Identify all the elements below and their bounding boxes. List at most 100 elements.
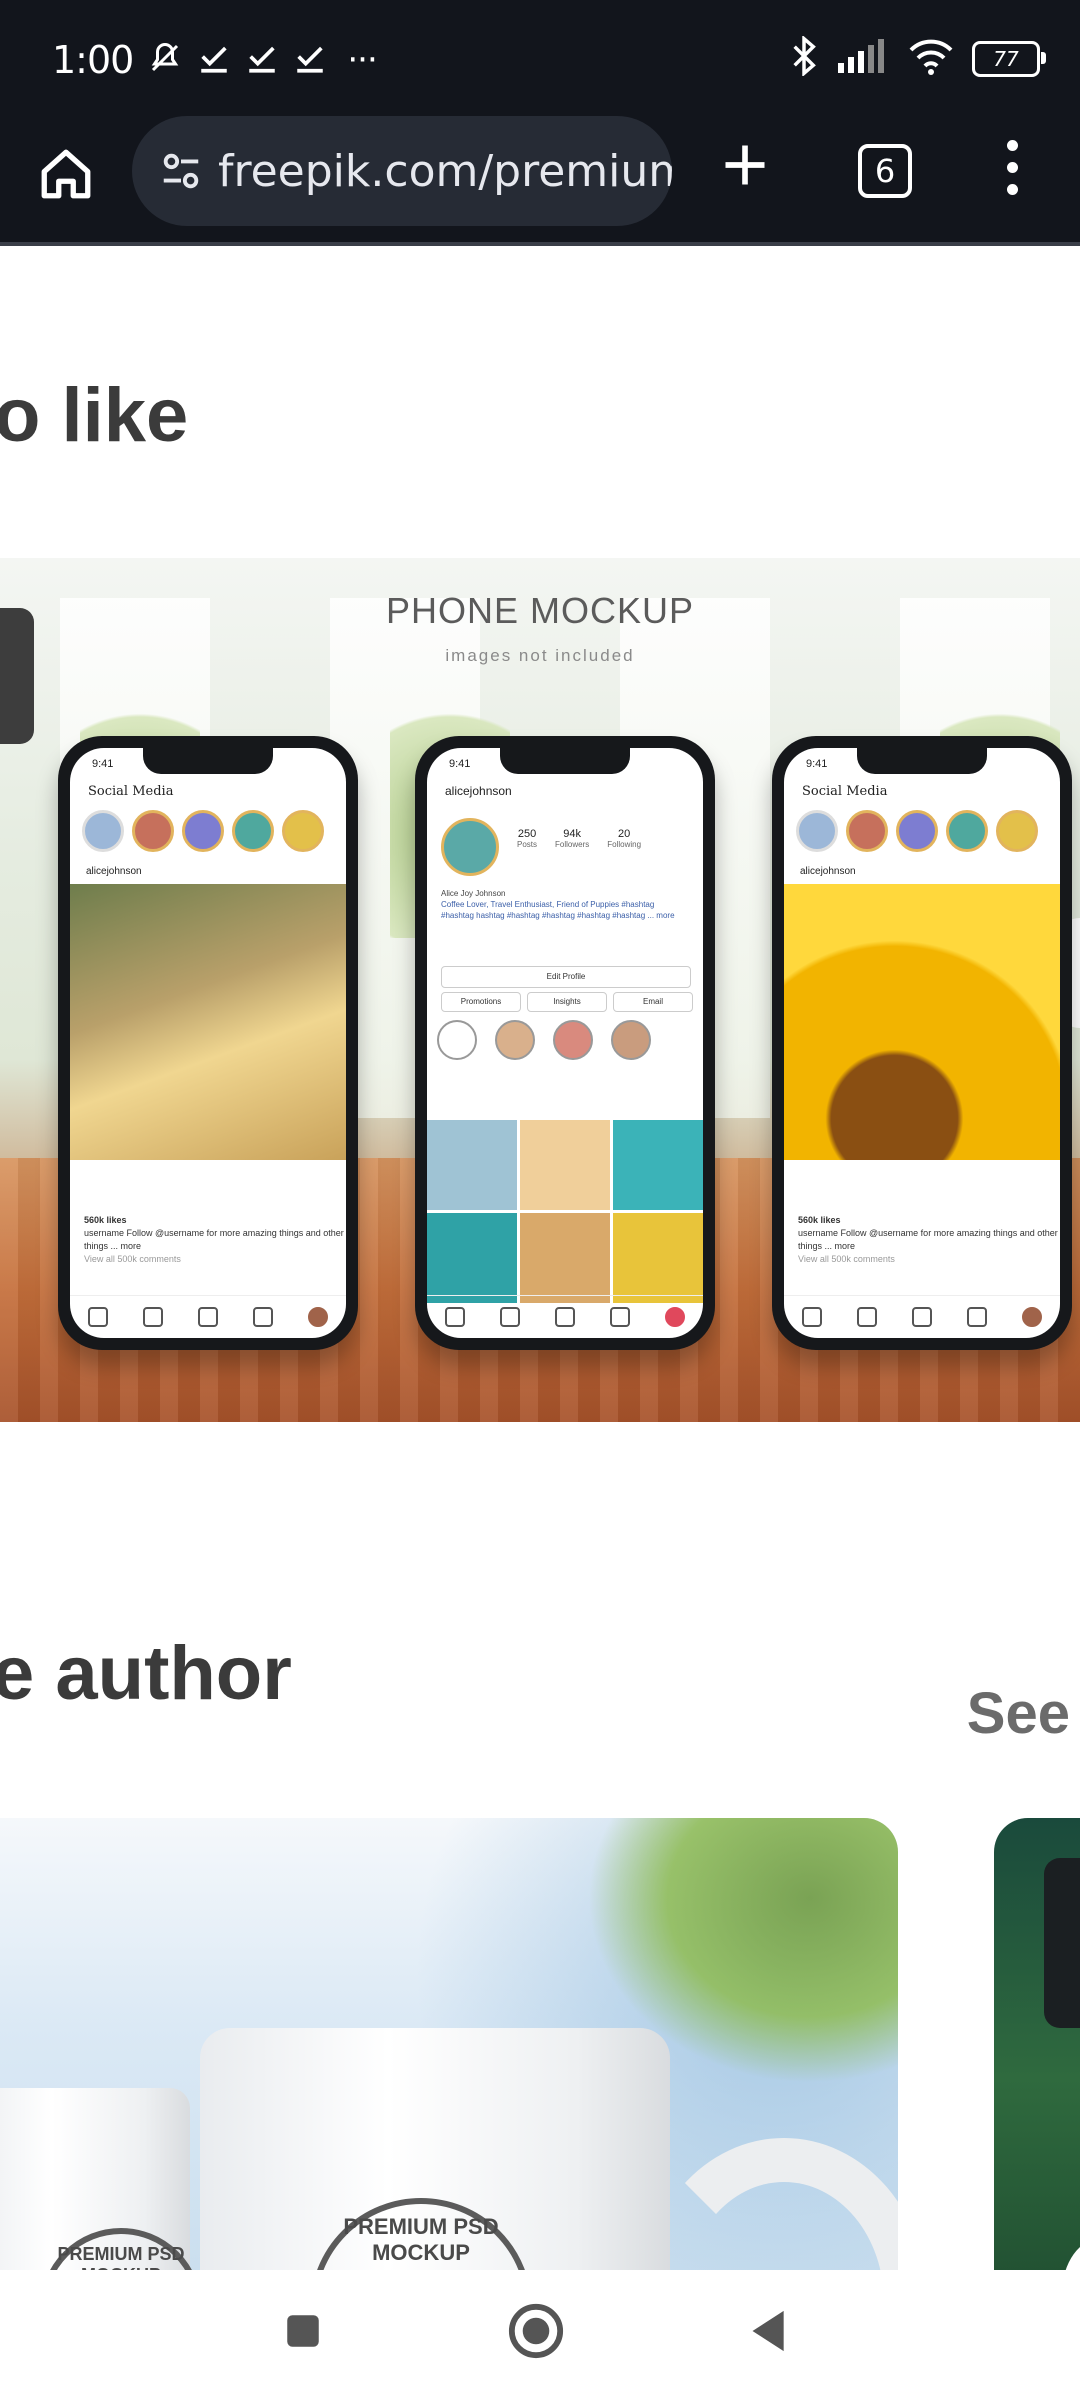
story-avatar	[846, 810, 888, 852]
post-user: alicejohnson	[86, 866, 142, 877]
back-triangle-icon	[747, 2307, 791, 2360]
status-left: 1:00 ···	[52, 38, 378, 82]
post-caption: username Follow @username for more amazi…	[798, 1228, 1058, 1251]
site-settings-icon[interactable]	[158, 145, 204, 197]
post-photo-sunflower	[784, 884, 1060, 1160]
phone-screen: 9:41 Social Media alicejohnson 560k like…	[70, 748, 346, 1338]
new-tab-button[interactable]	[710, 132, 780, 202]
system-nav-bar	[0, 2270, 1080, 2400]
recents-button[interactable]	[270, 2300, 336, 2366]
following-label: Following	[607, 840, 642, 849]
following-count: 20	[618, 828, 631, 840]
profile-action-buttons: Promotions Insights Email	[441, 992, 693, 1012]
post-user: alicejohnson	[800, 866, 856, 877]
bluetooth-icon	[788, 34, 820, 81]
story-avatar	[796, 810, 838, 852]
author-resource-card-next[interactable]	[994, 1818, 1080, 2338]
profile-bio: Coffee Lover, Travel Enthusiast, Friend …	[441, 900, 675, 920]
post-comments: View all 500k comments	[84, 1254, 181, 1264]
post-meta: 560k likes username Follow @username for…	[798, 1214, 1060, 1266]
posts-label: Posts	[517, 840, 538, 849]
phone-mockup-left: 9:41 Social Media alicejohnson 560k like…	[58, 736, 358, 1350]
status-time: 1:00	[52, 38, 134, 82]
profile-name: Alice Joy Johnson	[441, 889, 506, 898]
new-tab-plus-icon	[719, 139, 771, 196]
phone-nav	[70, 1295, 346, 1338]
mockup-subtitle: images not included	[445, 646, 635, 665]
home-button[interactable]	[30, 140, 102, 212]
wifi-icon	[908, 37, 954, 80]
mug-logo-text: PREMIUM PSD MOCKUP	[343, 2214, 499, 2265]
story-highlights	[437, 1020, 651, 1060]
story-avatar	[232, 810, 274, 852]
highlight	[495, 1020, 535, 1060]
followers-count: 94k	[563, 828, 581, 840]
carousel-prev-handle[interactable]	[0, 608, 34, 744]
profile-username: alicejohnson	[445, 784, 512, 798]
profile-avatar	[441, 818, 499, 876]
phone-nav	[784, 1295, 1060, 1338]
edit-profile-button: Edit Profile	[441, 966, 691, 988]
battery-level: 77	[993, 46, 1019, 71]
stories-row	[82, 810, 324, 852]
card-dark-shape	[1044, 1858, 1080, 2028]
signal-icon	[838, 39, 890, 78]
post-caption: username Follow @username for more amazi…	[84, 1228, 344, 1251]
author-resource-card-mugs[interactable]: PREMIUM PSD MOCKUP PREMIUM PSD MOCKUP	[0, 1818, 898, 2338]
followers-label: Followers	[555, 840, 590, 849]
post-comments: View all 500k comments	[798, 1254, 895, 1264]
profile-photo-grid	[427, 1120, 703, 1303]
address-bar[interactable]: freepik.com/premium-	[132, 116, 672, 226]
posts-count: 250	[517, 828, 537, 840]
mockup-title: PHONE MOCKUP	[385, 590, 695, 631]
phone-time: 9:41	[806, 758, 828, 770]
promotions-button: Promotions	[441, 992, 521, 1012]
highlight	[553, 1020, 593, 1060]
home-circle-icon	[507, 2302, 565, 2365]
stories-row	[796, 810, 1038, 852]
author-section-heading: e author	[0, 1631, 292, 1716]
more-vert-icon[interactable]	[990, 132, 1034, 202]
status-right: 77	[788, 34, 1046, 81]
story-avatar	[132, 810, 174, 852]
post-meta: 560k likes username Follow @username for…	[84, 1214, 346, 1266]
related-section-heading: o like	[0, 373, 189, 458]
status-bar: 1:00 ··· 77	[0, 0, 1080, 112]
check-icon	[293, 41, 327, 80]
back-button[interactable]	[736, 2300, 802, 2366]
post-photo-cake	[70, 884, 346, 1160]
browser-toolbar: freepik.com/premium- 6	[0, 112, 1080, 246]
phone-time: 9:41	[92, 758, 114, 770]
email-button: Email	[613, 992, 693, 1012]
phone-time: 9:41	[449, 758, 471, 770]
feed-header: Social Media	[88, 784, 174, 799]
phone-screen: 9:41 Social Media alicejohnson 560k like…	[784, 748, 1060, 1338]
highlight	[611, 1020, 651, 1060]
phone-notch	[500, 748, 630, 774]
story-avatar	[282, 810, 324, 852]
phone-notch	[143, 748, 273, 774]
home-nav-button[interactable]	[503, 2300, 569, 2366]
tab-count: 6	[874, 152, 896, 190]
story-avatar	[896, 810, 938, 852]
story-avatar	[946, 810, 988, 852]
post-likes: 560k likes	[798, 1215, 841, 1225]
phone-nav	[427, 1295, 703, 1338]
highlight-new	[437, 1020, 477, 1060]
home-icon	[37, 145, 95, 208]
phone-mockup-image[interactable]: PHONE MOCKUP images not included 9:41 So…	[0, 558, 1080, 1422]
status-more: ···	[347, 40, 377, 80]
profile-stats: 250 Posts 94k Followers 20 Following	[517, 828, 641, 849]
post-likes: 560k likes	[84, 1215, 127, 1225]
story-avatar	[82, 810, 124, 852]
story-avatar	[182, 810, 224, 852]
profile-bio-block: Alice Joy Johnson Coffee Lover, Travel E…	[441, 888, 681, 921]
check-icon	[197, 41, 231, 80]
url-text: freepik.com/premium-	[218, 145, 672, 197]
notifications-off-icon	[147, 40, 183, 81]
tab-switcher-icon[interactable]: 6	[858, 144, 912, 198]
phone-mockup-right: 9:41 Social Media alicejohnson 560k like…	[772, 736, 1072, 1350]
toolbar-divider	[0, 242, 1080, 246]
story-avatar	[996, 810, 1038, 852]
see-all-link[interactable]: See	[967, 1680, 1070, 1747]
